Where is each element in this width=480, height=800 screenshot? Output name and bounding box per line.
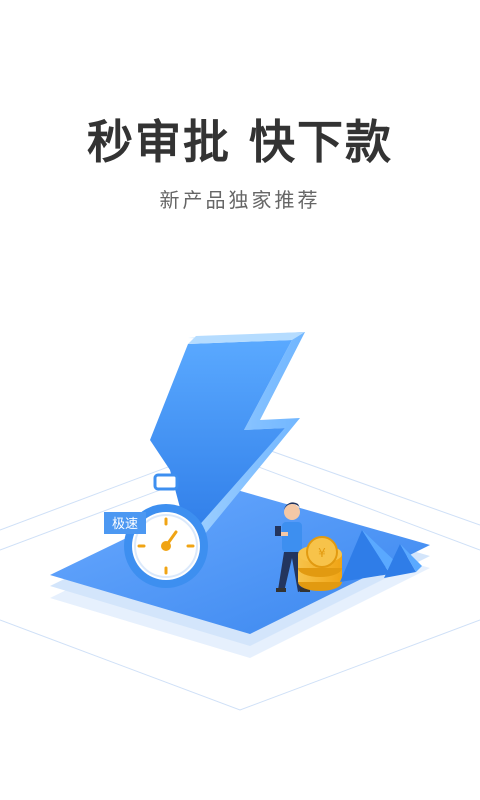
- subtitle: 新产品独家推荐: [159, 188, 321, 212]
- speed-badge-label: 极速: [112, 517, 138, 532]
- promo-illustration: 极速 ¥: [0, 332, 480, 711]
- svg-text:¥: ¥: [318, 546, 326, 560]
- splash-screen: 秒审批 快下款 新产品独家推荐 极速 ¥: [0, 0, 480, 800]
- speed-badge: 极速: [104, 512, 146, 534]
- headline: 秒审批 快下款: [86, 115, 393, 169]
